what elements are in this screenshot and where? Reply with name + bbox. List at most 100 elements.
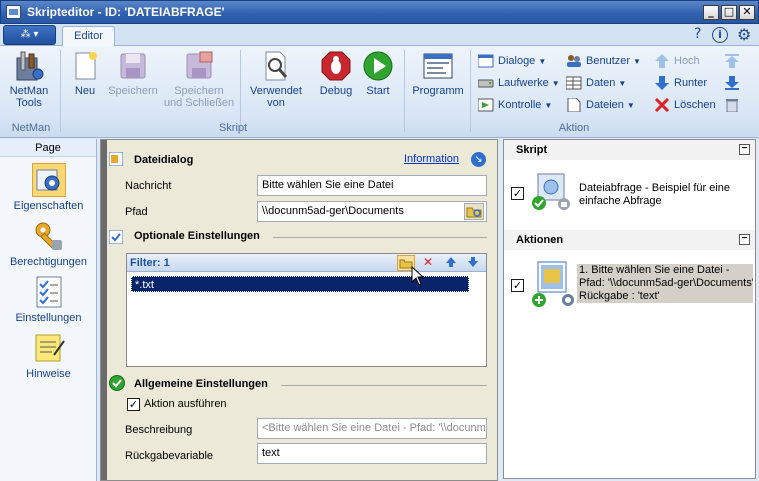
- nav-item-berechtigungen[interactable]: Berechtigungen: [0, 219, 97, 268]
- app-window-icon: [6, 5, 21, 19]
- aktionen-header-label: Aktionen: [516, 234, 564, 246]
- delete-button[interactable]: Löschen: [654, 96, 716, 114]
- nav-item-label: Hinweise: [26, 368, 71, 380]
- skript-checkbox[interactable]: ✓: [511, 187, 524, 200]
- info-arrow-icon[interactable]: ↘: [471, 152, 486, 167]
- window-title: Skripteditor - ID: 'DATEIABFRAGE': [27, 5, 225, 19]
- used-by-button[interactable]: Verwendet von: [244, 50, 308, 109]
- dialoge-button[interactable]: Dialoge ▼: [477, 52, 546, 70]
- pfad-input[interactable]: \\docunm5ad-ger\Documents: [257, 201, 487, 222]
- daten-label: Daten: [586, 77, 616, 89]
- trash-icon: [724, 98, 740, 113]
- remove-filter-button[interactable]: ✕: [423, 255, 437, 271]
- help-icon[interactable]: ?: [694, 26, 701, 42]
- minimize-button[interactable]: _: [703, 5, 719, 20]
- hoch-label: Hoch: [674, 55, 700, 67]
- settings-icon[interactable]: ⚙: [737, 25, 751, 44]
- table-icon: [565, 76, 582, 90]
- section-title-optionale-einstellungen: Optionale Einstellungen: [134, 230, 260, 242]
- used-by-label: Verwendet von: [250, 85, 302, 109]
- kontrolle-button[interactable]: Kontrolle ▼: [477, 96, 553, 114]
- arrow-down-icon: [468, 257, 478, 267]
- group-separator: [60, 50, 61, 132]
- information-link[interactable]: Information: [404, 153, 459, 165]
- pfad-label: Pfad: [125, 206, 148, 218]
- application-menu-button[interactable]: ⁂ ▾: [3, 25, 56, 45]
- maximize-button[interactable]: □: [721, 5, 737, 20]
- move-bottom-button[interactable]: [724, 74, 740, 92]
- tools-icon: [13, 50, 45, 82]
- file-icon: [566, 97, 582, 113]
- aktion-line-1: 1. Bitte wählen Sie eine Datei -: [579, 264, 730, 276]
- benutzer-label: Benutzer: [586, 55, 631, 67]
- nav-item-einstellungen[interactable]: Einstellungen: [0, 275, 97, 324]
- aktion-checkbox[interactable]: ✓: [511, 279, 524, 292]
- trash-button[interactable]: [724, 96, 740, 114]
- control-icon: [477, 98, 494, 112]
- section-title-dateidialog: Dateidialog: [134, 154, 194, 166]
- laufwerke-button[interactable]: Laufwerke ▼: [477, 74, 560, 92]
- app-menu-dropdown-arrow: ▾: [33, 29, 39, 40]
- tab-editor[interactable]: Editor: [62, 26, 115, 47]
- aktion-ausfuehren-checkbox[interactable]: ✓: [127, 398, 140, 411]
- section-divider: [281, 385, 487, 386]
- skript-header-label: Skript: [516, 144, 548, 156]
- arrow-bottom-icon: [724, 76, 740, 90]
- aktion-line-2: Pfad: '\\docunm5ad-ger\Documents': [579, 277, 753, 289]
- save-disk-icon: [117, 50, 149, 82]
- chevron-down-icon: ▼: [626, 101, 635, 110]
- info-icon[interactable]: i: [712, 27, 728, 43]
- chevron-down-icon: ▼: [544, 101, 553, 110]
- save-close-icon: [183, 50, 215, 82]
- filter-list: Filter: 1 ✕ *.txt: [126, 253, 487, 367]
- arrow-up-icon: [654, 54, 670, 68]
- filter-header: Filter: 1 ✕: [127, 254, 486, 272]
- netman-tools-button[interactable]: NetMan Tools: [6, 50, 52, 109]
- section-title-allgemeine-einstellungen: Allgemeine Einstellungen: [134, 378, 268, 390]
- close-button[interactable]: ✕: [739, 5, 755, 20]
- dateien-button[interactable]: Dateien ▼: [566, 96, 635, 114]
- browse-folder-button[interactable]: [464, 203, 484, 220]
- skript-item-label[interactable]: Dateiabfrage - Beispiel für eine einfach…: [579, 182, 754, 208]
- save-button[interactable]: Speichern: [106, 50, 160, 97]
- beschreibung-input[interactable]: <Bitte wählen Sie eine Datei - Pfad: '\\…: [257, 418, 487, 439]
- dialog-icon: [108, 151, 124, 167]
- aktion-item[interactable]: 1. Bitte wählen Sie eine Datei - Pfad: '…: [577, 264, 753, 303]
- mouse-cursor-icon: [411, 265, 425, 286]
- collapse-skript-button[interactable]: −: [739, 144, 750, 155]
- ribbon: NetMan Tools NetMan Neu Speichern Speich…: [0, 46, 759, 138]
- runter-button[interactable]: Runter: [654, 74, 707, 92]
- group-label-netman: NetMan: [11, 122, 51, 134]
- daten-button[interactable]: Daten ▼: [565, 74, 626, 92]
- delete-label: Löschen: [674, 99, 716, 111]
- chevron-down-icon: ▼: [633, 57, 641, 66]
- action-dialog-icon: [532, 260, 576, 308]
- title-bar: Skripteditor - ID: 'DATEIABFRAGE' _ □ ✕: [0, 0, 759, 24]
- debug-button[interactable]: Debug: [316, 50, 356, 97]
- checklist-icon: [32, 275, 66, 309]
- nav-item-eigenschaften[interactable]: Eigenschaften: [0, 163, 97, 212]
- new-button[interactable]: Neu: [68, 50, 102, 97]
- app-menu-grid-icon: ⁂: [20, 29, 31, 40]
- nav-item-hinweise[interactable]: Hinweise: [0, 331, 97, 380]
- move-top-button[interactable]: [724, 52, 740, 70]
- users-icon: [566, 54, 582, 68]
- general-settings-icon: [109, 375, 125, 391]
- filter-move-up-button[interactable]: [445, 256, 459, 270]
- nachricht-input[interactable]: Bitte wählen Sie eine Datei: [257, 175, 487, 196]
- script-icon: [532, 172, 572, 212]
- start-button[interactable]: Start: [360, 50, 396, 97]
- group-separator: [404, 50, 405, 132]
- save-and-close-button[interactable]: Speichern und Schließen: [160, 50, 238, 109]
- hoch-button[interactable]: Hoch: [654, 52, 700, 70]
- program-button[interactable]: Programm: [410, 50, 466, 97]
- filter-move-down-button[interactable]: [467, 256, 481, 270]
- collapse-aktionen-button[interactable]: −: [739, 234, 750, 245]
- benutzer-button[interactable]: Benutzer ▼: [566, 52, 641, 70]
- group-separator: [240, 50, 241, 132]
- magnifier-document-icon: [260, 50, 292, 82]
- page-navigation: Page Eigenschaften Berechtigungen Einste…: [0, 139, 97, 481]
- kontrolle-label: Kontrolle: [498, 99, 542, 111]
- rueckgabevariable-input[interactable]: text: [257, 443, 487, 464]
- program-window-icon: [422, 50, 454, 82]
